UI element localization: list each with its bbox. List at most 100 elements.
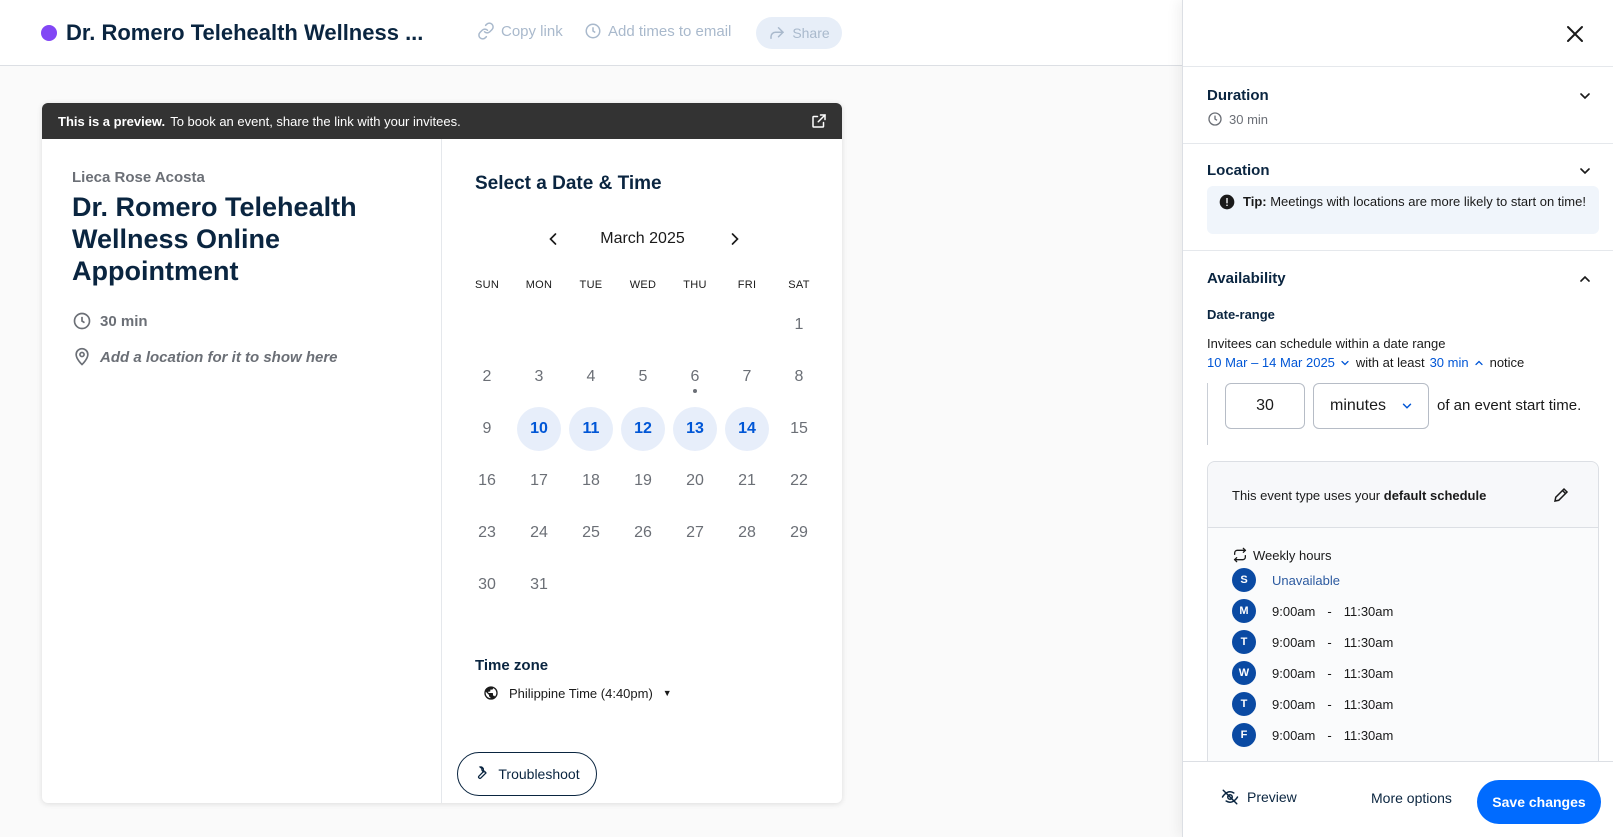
chevron-down-icon[interactable] bbox=[1577, 88, 1593, 104]
location-pin-icon bbox=[75, 347, 89, 366]
weekly-hours-row: W 9:00am -11:30am bbox=[1232, 661, 1393, 685]
save-changes-button[interactable]: Save changes bbox=[1477, 780, 1601, 824]
duration-section-title[interactable]: Duration bbox=[1207, 87, 1269, 104]
tip-text: Meetings with locations are more likely … bbox=[1270, 194, 1586, 209]
weekly-hours-row: F 9:00am -11:30am bbox=[1232, 723, 1393, 747]
day-start-time: 9:00am bbox=[1272, 727, 1316, 743]
notice-amount-input[interactable]: 30 bbox=[1225, 383, 1305, 429]
calendar-day-available[interactable]: 10 bbox=[513, 403, 565, 455]
preview-button[interactable]: Preview bbox=[1221, 788, 1297, 806]
weekday-header: SUN MON TUE WED THU FRI SAT bbox=[461, 279, 823, 291]
chevron-down-icon bbox=[1402, 403, 1412, 409]
wrench-icon bbox=[478, 766, 488, 779]
external-link-icon[interactable] bbox=[810, 112, 828, 130]
calendar-day: 22 bbox=[773, 455, 825, 507]
with-at-least-text: with at least bbox=[1355, 355, 1425, 370]
duration-row: 30 min bbox=[72, 311, 148, 331]
share-label: Share bbox=[792, 25, 830, 41]
calendar-day-available[interactable]: 14 bbox=[721, 403, 773, 455]
calendar-day: 6 bbox=[669, 351, 721, 403]
date-range-dropdown[interactable]: 10 Mar – 14 Mar 2025 bbox=[1207, 355, 1351, 370]
availability-section-title[interactable]: Availability bbox=[1207, 270, 1286, 287]
date-time-column: Select a Date & Time March 2025 SUN MON TU… bbox=[443, 139, 842, 803]
calendar-empty-cell bbox=[617, 299, 669, 351]
calendar-empty-cell bbox=[513, 299, 565, 351]
calendar-day-number: 7 bbox=[742, 368, 752, 385]
chevron-up-icon bbox=[1474, 360, 1483, 365]
calendar-day: 16 bbox=[461, 455, 513, 507]
booking-preview-card: This is a preview. To book an event, sha… bbox=[42, 103, 842, 803]
location-section-title[interactable]: Location bbox=[1207, 162, 1270, 179]
section-divider bbox=[1183, 143, 1613, 144]
appointment-title: Dr. Romero Telehealth Wellness Online Ap… bbox=[72, 192, 357, 286]
calendar-day: 27 bbox=[669, 507, 721, 559]
calendar-day: 18 bbox=[565, 455, 617, 507]
section-divider bbox=[1183, 250, 1613, 251]
calendar-day: 26 bbox=[617, 507, 669, 559]
more-options-button[interactable]: More options bbox=[1371, 790, 1452, 806]
calendar-day-number: 20 bbox=[686, 472, 704, 489]
duration-summary: 30 min bbox=[1207, 111, 1268, 127]
calendar-day: 25 bbox=[565, 507, 617, 559]
host-name: Lieca Rose Acosta bbox=[72, 169, 205, 186]
share-arrow-icon bbox=[770, 27, 785, 39]
preview-area: This is a preview. To book an event, sha… bbox=[0, 66, 1182, 837]
share-button[interactable]: Share bbox=[756, 17, 842, 49]
calendar-day-available[interactable]: 12 bbox=[617, 403, 669, 455]
weekly-hours-row: T 9:00am -11:30am bbox=[1232, 630, 1393, 654]
date-range-value: 10 Mar – 14 Mar 2025 bbox=[1207, 355, 1335, 370]
weekday-label: MON bbox=[525, 279, 553, 291]
calendar-day-number: 23 bbox=[478, 524, 496, 541]
notice-unit-select[interactable]: minutes bbox=[1313, 383, 1429, 429]
calendar-day-number: 26 bbox=[634, 524, 652, 541]
chevron-right-icon[interactable] bbox=[725, 229, 745, 249]
event-title: Dr. Romero Telehealth Wellness ... bbox=[66, 20, 424, 45]
calendar-day-number: 9 bbox=[482, 420, 492, 437]
calendar-day-number: 8 bbox=[794, 368, 804, 385]
chevron-down-icon[interactable] bbox=[1577, 163, 1593, 179]
clock-icon bbox=[1208, 112, 1222, 126]
calendar-day-available[interactable]: 11 bbox=[565, 403, 617, 455]
calendar-day-number: 21 bbox=[738, 472, 756, 489]
link-icon bbox=[478, 22, 494, 40]
time-separator: - bbox=[1327, 696, 1332, 712]
weekday-label: FRI bbox=[737, 279, 757, 291]
chevron-up-icon[interactable] bbox=[1577, 271, 1593, 287]
preview-banner-bold: This is a preview. bbox=[58, 113, 166, 129]
add-times-button[interactable]: Add times to email bbox=[584, 22, 731, 40]
calendar-day: 31 bbox=[513, 559, 565, 611]
weekly-hours-row: T 9:00am -11:30am bbox=[1232, 692, 1393, 716]
weekly-hours-title: Weekly hours bbox=[1232, 547, 1332, 563]
calendar-day-number: 10 bbox=[517, 407, 561, 451]
time-separator: - bbox=[1327, 603, 1332, 619]
notice-suffix: of an event start time. bbox=[1437, 397, 1582, 414]
close-icon[interactable] bbox=[1563, 22, 1587, 46]
calendar-day: 24 bbox=[513, 507, 565, 559]
panel-footer: Preview More options Save changes bbox=[1183, 761, 1613, 837]
calendar-day: 20 bbox=[669, 455, 721, 507]
panel-divider bbox=[1183, 66, 1613, 67]
notice-dropdown[interactable]: 30 min bbox=[1430, 355, 1485, 370]
notice-unit-value: minutes bbox=[1330, 397, 1387, 414]
calendar-empty-cell bbox=[461, 299, 513, 351]
notice-value: 30 min bbox=[1429, 355, 1469, 370]
event-settings-panel: Duration 30 min Location Tip: Meetings w… bbox=[1182, 0, 1613, 837]
date-range-line: 10 Mar – 14 Mar 2025 with at least 30 mi… bbox=[1207, 355, 1524, 370]
event-color-dot bbox=[41, 25, 57, 41]
troubleshoot-button[interactable]: Troubleshoot bbox=[457, 752, 597, 796]
day-start-time: 9:00am bbox=[1272, 603, 1316, 619]
pencil-icon[interactable] bbox=[1552, 486, 1570, 504]
calendar-day-number: 6 bbox=[690, 368, 700, 385]
copy-link-button[interactable]: Copy link bbox=[477, 22, 563, 40]
timezone-selector[interactable]: Philippine Time (4:40pm) ▼ bbox=[483, 685, 672, 701]
weekly-hours-label: Weekly hours bbox=[1253, 547, 1332, 563]
calendar-day: 7 bbox=[721, 351, 773, 403]
calendar-day-number: 27 bbox=[686, 524, 704, 541]
calendar-day-available[interactable]: 13 bbox=[669, 403, 721, 455]
date-range-title: Date-range bbox=[1207, 307, 1275, 322]
calendar-day: 9 bbox=[461, 403, 513, 455]
calendar-day-number: 1 bbox=[794, 316, 804, 333]
calendar-day: 3 bbox=[513, 351, 565, 403]
select-date-title: Select a Date & Time bbox=[475, 173, 662, 194]
month-navigation: March 2025 bbox=[443, 227, 842, 251]
